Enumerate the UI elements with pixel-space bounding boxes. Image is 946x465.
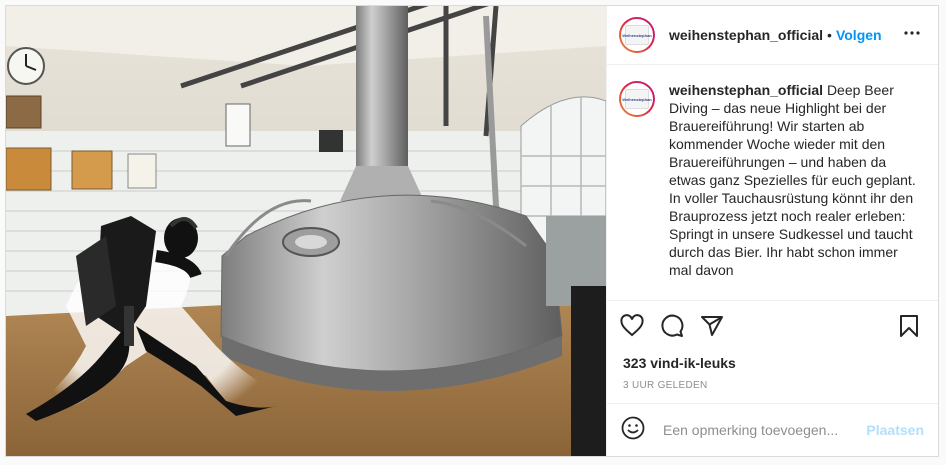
more-options-icon[interactable] <box>900 21 924 50</box>
separator-dot: • <box>827 27 832 43</box>
post-header: Weihenstephan weihenstephan_official • V… <box>607 6 938 65</box>
comment-bar: Plaatsen <box>607 403 938 456</box>
post-sidebar: Weihenstephan weihenstephan_official • V… <box>606 6 938 456</box>
post-comment-button[interactable]: Plaatsen <box>866 422 924 438</box>
follow-button[interactable]: Volgen <box>836 27 882 43</box>
username-link[interactable]: weihenstephan_official <box>669 27 823 43</box>
likes-count[interactable]: 323 vind-ik-leuks <box>607 351 938 375</box>
emoji-icon[interactable] <box>621 416 645 445</box>
avatar[interactable]: Weihenstephan <box>619 17 655 53</box>
caption-avatar[interactable]: Weihenstephan <box>619 81 655 117</box>
bookmark-icon[interactable] <box>896 313 922 339</box>
heart-icon[interactable] <box>619 313 645 339</box>
caption-area: Weihenstephan weihenstephan_official Dee… <box>607 65 938 300</box>
action-bar <box>607 300 938 351</box>
post-card: Weihenstephan weihenstephan_official • V… <box>5 5 939 457</box>
post-image[interactable] <box>6 6 606 456</box>
weihenstephan-logo: Weihenstephan <box>622 89 652 109</box>
comment-icon[interactable] <box>659 313 685 339</box>
caption-username[interactable]: weihenstephan_official <box>669 82 823 98</box>
comment-input[interactable] <box>661 421 867 439</box>
caption-text: weihenstephan_official Deep Beer Diving … <box>669 81 924 300</box>
weihenstephan-logo: Weihenstephan <box>622 25 652 45</box>
share-icon[interactable] <box>699 313 725 339</box>
post-timestamp[interactable]: 3 UUR GELEDEN <box>607 375 938 397</box>
caption-body: Deep Beer Diving – das neue Highlight be… <box>669 82 916 278</box>
brewhouse-photo <box>6 6 606 456</box>
